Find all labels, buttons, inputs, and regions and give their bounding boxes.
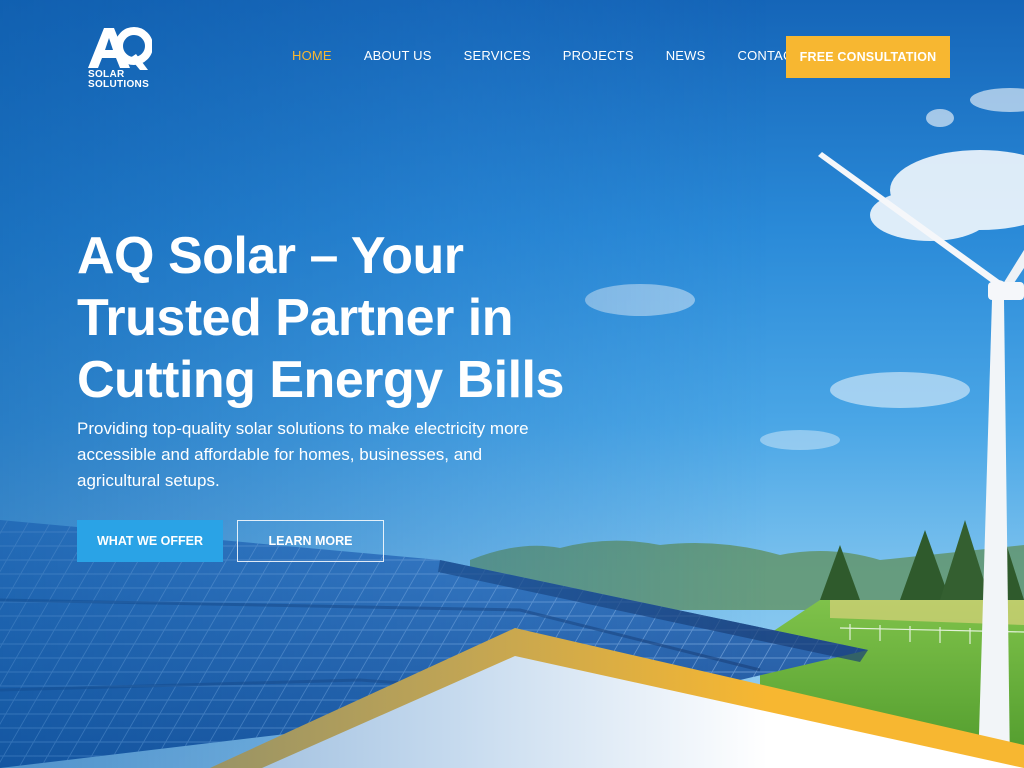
nav-item-news[interactable]: NEWS — [666, 48, 706, 64]
learn-more-button[interactable]: LEARN MORE — [237, 520, 384, 562]
hero-title-line-3: Cutting Energy Bills — [77, 351, 564, 409]
nav-item-about-us[interactable]: ABOUT US — [364, 48, 432, 64]
nav-item-projects[interactable]: PROJECTS — [563, 48, 634, 64]
clouds — [585, 88, 1024, 450]
hero-title-line-1: AQ Solar – Your — [77, 227, 464, 285]
hero-subtitle: Providing top-quality solar solutions to… — [77, 419, 529, 490]
logo[interactable]: SOLAR SOLUTIONS — [86, 24, 156, 92]
nav-item-home[interactable]: HOME — [292, 48, 332, 64]
hero-title: AQ Solar – Your Trusted Partner in Cutti… — [77, 225, 597, 411]
main-nav: HOME ABOUT US SERVICES PROJECTS NEWS CON… — [292, 48, 833, 64]
logo-text-solutions: SOLUTIONS — [88, 79, 150, 90]
logo-mark-icon — [88, 27, 152, 70]
hero-title-line-2: Trusted Partner in — [77, 289, 514, 347]
what-we-offer-button[interactable]: WHAT WE OFFER — [77, 520, 223, 562]
hero-section: SOLAR SOLUTIONS HOME ABOUT US SERVICES P… — [0, 0, 1024, 768]
free-consultation-button[interactable]: FREE CONSULTATION — [786, 36, 950, 78]
nav-item-services[interactable]: SERVICES — [464, 48, 531, 64]
